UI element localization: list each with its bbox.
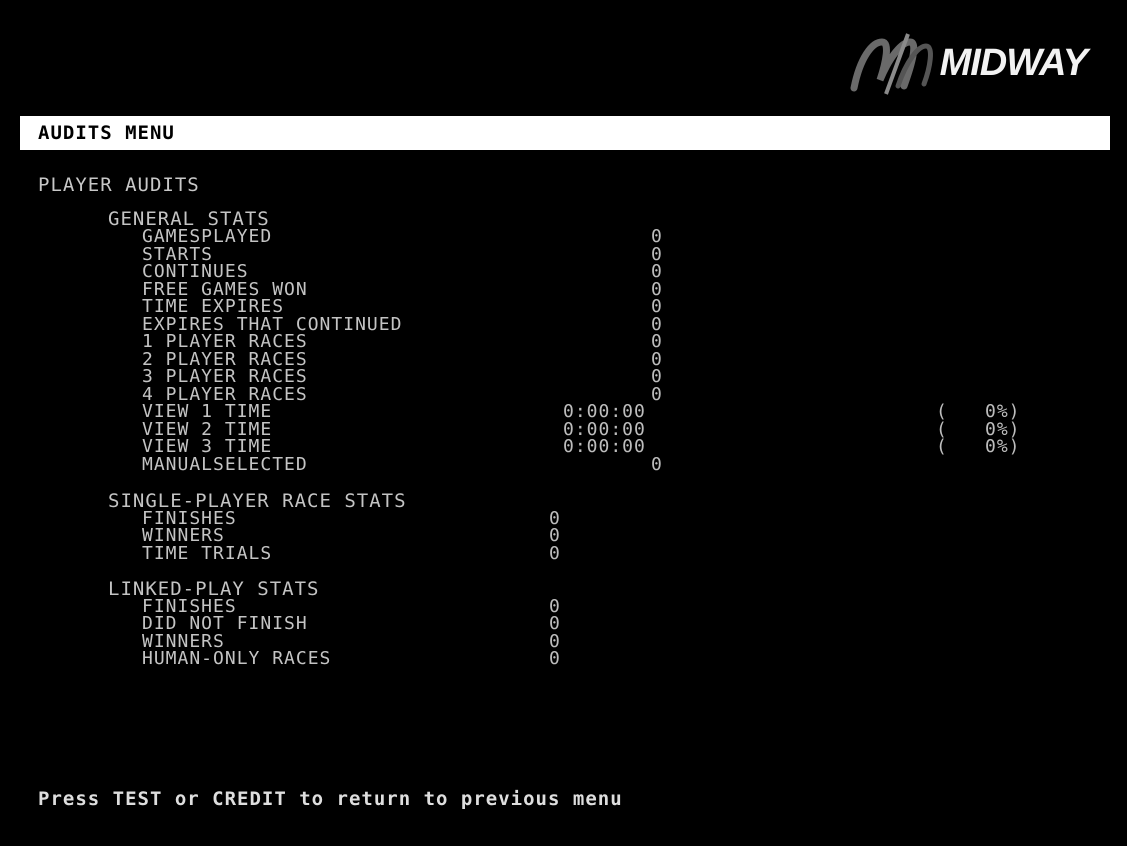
logo-text: MIDWAY	[939, 41, 1088, 84]
footer-instruction: Press TEST or CREDIT to return to previo…	[38, 788, 623, 810]
stat-value: 0	[549, 648, 561, 669]
view-time-value: 0:00:00	[563, 436, 646, 457]
manual-selected-value: 0	[651, 454, 663, 475]
stat-label: HUMAN-ONLY RACES	[142, 648, 332, 669]
midway-m-logo-icon	[850, 33, 933, 95]
midway-logo: MIDWAY	[846, 28, 1088, 98]
view-time-pct-open: (	[936, 436, 948, 457]
section-title: PLAYER AUDITS	[38, 174, 200, 196]
stat-label: TIME TRIALS	[142, 543, 273, 564]
view-time-percent: 0%)	[985, 436, 1021, 457]
menu-title-bar: AUDITS MENU	[20, 116, 1110, 150]
stat-value: 0	[549, 543, 561, 564]
stat-value: 0	[651, 384, 663, 405]
manual-selected-label: MANUALSELECTED	[142, 454, 308, 475]
menu-title: AUDITS MENU	[38, 122, 175, 144]
